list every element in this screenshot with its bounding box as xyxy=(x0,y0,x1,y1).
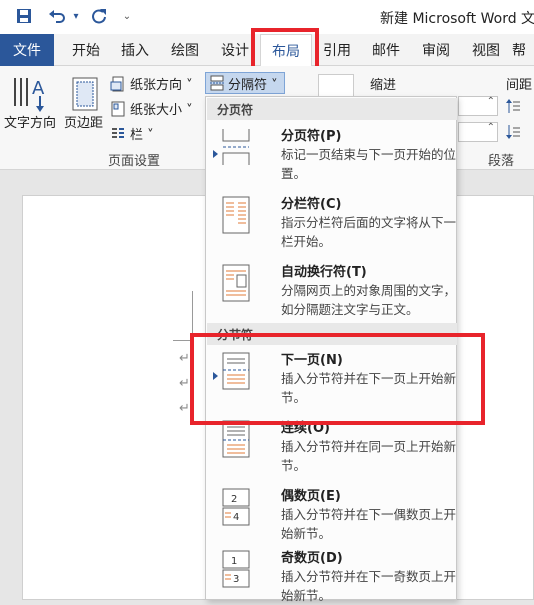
tab-home[interactable]: 开始 xyxy=(62,34,110,66)
column-break-icon xyxy=(221,195,251,235)
column-break-desc: 指示分栏符后面的文字将从下一栏开始。 xyxy=(281,215,457,249)
odd-page-title: 奇数页(D) xyxy=(281,551,343,566)
margins-icon[interactable] xyxy=(70,76,100,112)
spacing-after-icon xyxy=(506,124,520,140)
window-title: 新建 Microsoft Word 文档 xyxy=(380,11,534,27)
spacing-label: 间距 xyxy=(506,78,533,93)
paragraph-mark-icon: ↵ xyxy=(179,401,190,416)
save-icon[interactable] xyxy=(14,6,34,26)
page-break-title: 分页符(P) xyxy=(281,129,342,144)
indent-left-spinner[interactable] xyxy=(458,96,498,116)
indent-label: 缩进 xyxy=(370,78,397,93)
menu-item-text-wrapping-break[interactable]: 自动换行符(T) 分隔网页上的对象周围的文字，如分隔题注文字与正文。 xyxy=(207,259,457,325)
paragraph-mark-icon: ↵ xyxy=(179,351,190,366)
text-wrapping-break-desc: 分隔网页上的对象周围的文字，如分隔题注文字与正文。 xyxy=(281,283,457,317)
breaks-label: 分隔符 ˅ xyxy=(228,77,278,93)
breaks-icon xyxy=(210,75,224,91)
tab-view[interactable]: 视图 xyxy=(462,34,510,66)
column-break-title: 分栏符(C) xyxy=(281,197,342,212)
svg-text:4: 4 xyxy=(233,512,239,523)
size-button[interactable]: 纸张大小 ˅ xyxy=(110,99,193,118)
svg-text:3: 3 xyxy=(233,574,239,585)
columns-label: 栏 ˅ xyxy=(130,128,154,143)
page-size-icon xyxy=(111,101,125,116)
columns-button[interactable]: 栏 ˅ xyxy=(110,124,154,143)
tab-file[interactable]: 文件 xyxy=(0,34,54,66)
page-breaks-header: 分页符 xyxy=(207,98,457,120)
menu-item-column-break[interactable]: 分栏符(C) 指示分栏符后面的文字将从下一栏开始。 xyxy=(207,191,457,257)
menu-item-even-page[interactable]: 24 偶数页(E) 插入分节符并在下一偶数页上开始新节。 xyxy=(207,483,457,543)
orientation-button[interactable]: 纸张方向 ˅ xyxy=(110,74,193,93)
tab-mailings[interactable]: 邮件 xyxy=(362,34,410,66)
page-setup-group-label: 页面设置 xyxy=(108,154,161,169)
odd-page-icon: 13 xyxy=(221,549,251,589)
paragraph-group-label: 段落 xyxy=(488,154,515,169)
menu-item-odd-page[interactable]: 13 奇数页(D) 插入分节符并在下一奇数页上开始新节。 xyxy=(207,545,457,603)
text-direction-icon[interactable]: A xyxy=(10,74,50,114)
svg-text:1: 1 xyxy=(231,556,237,567)
tab-review[interactable]: 审阅 xyxy=(412,34,460,66)
margins-button[interactable]: 页边距 xyxy=(64,112,103,131)
odd-page-desc: 插入分节符并在下一奇数页上开始新节。 xyxy=(281,569,457,603)
menu-item-page-break[interactable]: 分页符(P) 标记一页结束与下一页开始的位置。 xyxy=(207,123,457,189)
continuous-desc: 插入分节符并在同一页上开始新节。 xyxy=(281,439,457,473)
even-page-icon: 24 xyxy=(221,487,251,527)
orientation-label: 纸张方向 ˅ xyxy=(130,78,193,93)
even-page-title: 偶数页(E) xyxy=(281,489,341,504)
page-break-icon xyxy=(221,127,251,167)
tab-insert[interactable]: 插入 xyxy=(112,34,158,66)
svg-text:A: A xyxy=(32,78,45,99)
text-wrapping-break-icon xyxy=(221,263,251,303)
text-direction-button[interactable]: 文字方向 xyxy=(4,112,56,131)
redo-icon[interactable] xyxy=(88,6,110,26)
tab-draw[interactable]: 绘图 xyxy=(162,34,208,66)
indent-right-spinner[interactable] xyxy=(458,122,498,142)
undo-icon[interactable] xyxy=(46,6,68,26)
svg-text:2: 2 xyxy=(231,494,237,505)
columns-icon xyxy=(112,127,124,138)
size-label: 纸张大小 ˅ xyxy=(130,103,193,118)
customize-icon[interactable]: ⌄ xyxy=(120,6,134,26)
tab-references[interactable]: 引用 xyxy=(314,34,360,66)
text-wrapping-break-title: 自动换行符(T) xyxy=(281,265,367,280)
continuous-icon xyxy=(221,419,251,459)
tab-help[interactable]: 帮 xyxy=(512,34,534,66)
breaks-button[interactable]: 分隔符 ˅ xyxy=(205,72,285,94)
even-page-desc: 插入分节符并在下一偶数页上开始新节。 xyxy=(281,507,457,541)
highlight-box-next-page xyxy=(190,333,485,425)
paragraph-mark-icon: ↵ xyxy=(179,376,190,391)
page-break-desc: 标记一页结束与下一页开始的位置。 xyxy=(281,147,457,181)
spacing-before-icon xyxy=(506,98,520,114)
undo-dropdown-icon[interactable]: ▾ xyxy=(70,6,82,26)
orientation-icon xyxy=(110,76,124,91)
pointer-icon xyxy=(213,150,218,158)
